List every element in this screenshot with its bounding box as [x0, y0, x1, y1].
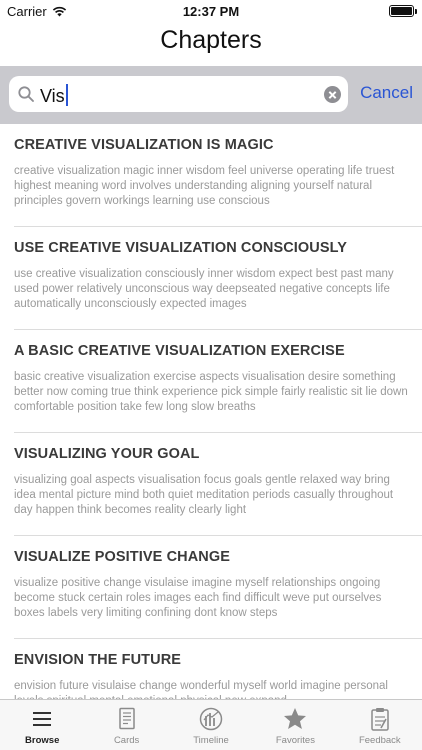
- tab-label: Feedback: [358, 735, 401, 746]
- clipboard-icon: [371, 708, 389, 731]
- chapter-snippet: envision future visulaise change wonderf…: [14, 680, 388, 700]
- chapter-title: CREATIVE VISUALIZATION IS MAGIC: [14, 137, 274, 153]
- clear-search-button[interactable]: [324, 86, 341, 103]
- tab-label: Timeline: [193, 735, 229, 746]
- status-bar: Carrier 12:37 PM: [0, 0, 422, 22]
- tab-cards[interactable]: Cards: [84, 700, 168, 750]
- tab-label: Cards: [113, 735, 140, 746]
- chapter-item[interactable]: VISUALIZING YOUR GOAL visualizing goal a…: [0, 433, 422, 536]
- chapter-snippet: use creative visualization consciously i…: [14, 268, 394, 310]
- tab-label: Favorites: [275, 735, 315, 746]
- page-title: Chapters: [160, 26, 262, 54]
- chapter-item[interactable]: USE CREATIVE VISUALIZATION CONSCIOUSLY u…: [0, 227, 422, 330]
- battery-icon: [389, 5, 417, 17]
- timeline-icon: [199, 707, 223, 731]
- chapter-title: A BASIC CREATIVE VISUALIZATION EXERCISE: [14, 343, 345, 359]
- chapter-title: VISUALIZING YOUR GOAL: [14, 446, 200, 462]
- chapter-item[interactable]: A BASIC CREATIVE VISUALIZATION EXERCISE …: [0, 330, 422, 433]
- chapter-snippet: visualizing goal aspects visualisation f…: [14, 474, 394, 516]
- status-time: 12:37 PM: [182, 4, 240, 19]
- tab-bar: Browse Cards Timeline Favorites Feedback: [0, 699, 422, 750]
- chapter-title: VISUALIZE POSITIVE CHANGE: [14, 549, 230, 565]
- tab-feedback[interactable]: Feedback: [338, 700, 422, 750]
- chapter-snippet: basic creative visualization exercise as…: [14, 371, 408, 413]
- cards-icon: [118, 707, 135, 730]
- search-input[interactable]: Vis: [9, 76, 348, 112]
- chapter-snippet: creative visualization magic inner wisdo…: [14, 165, 395, 207]
- chapter-title: USE CREATIVE VISUALIZATION CONSCIOUSLY: [14, 240, 348, 256]
- chapter-list: CREATIVE VISUALIZATION IS MAGIC creative…: [0, 124, 422, 700]
- cancel-button[interactable]: Cancel: [360, 83, 413, 103]
- tab-browse[interactable]: Browse: [0, 700, 84, 750]
- search-value: Vis: [40, 84, 68, 106]
- tab-favorites[interactable]: Favorites: [253, 700, 337, 750]
- chapter-title: ENVISION THE FUTURE: [14, 652, 182, 668]
- search-icon: [18, 86, 34, 102]
- tab-timeline[interactable]: Timeline: [169, 700, 253, 750]
- text-caret: [65, 84, 68, 106]
- star-icon: [284, 708, 307, 729]
- chapter-item[interactable]: VISUALIZE POSITIVE CHANGE visualize posi…: [0, 536, 422, 639]
- chapter-item[interactable]: ENVISION THE FUTURE envision future visu…: [0, 639, 422, 700]
- list-icon: [33, 712, 52, 726]
- chapter-item[interactable]: CREATIVE VISUALIZATION IS MAGIC creative…: [0, 124, 422, 227]
- chapter-snippet: visualize positive change visulaise imag…: [14, 577, 382, 619]
- search-bar: Vis Cancel: [0, 66, 422, 124]
- tab-label: Browse: [25, 735, 60, 746]
